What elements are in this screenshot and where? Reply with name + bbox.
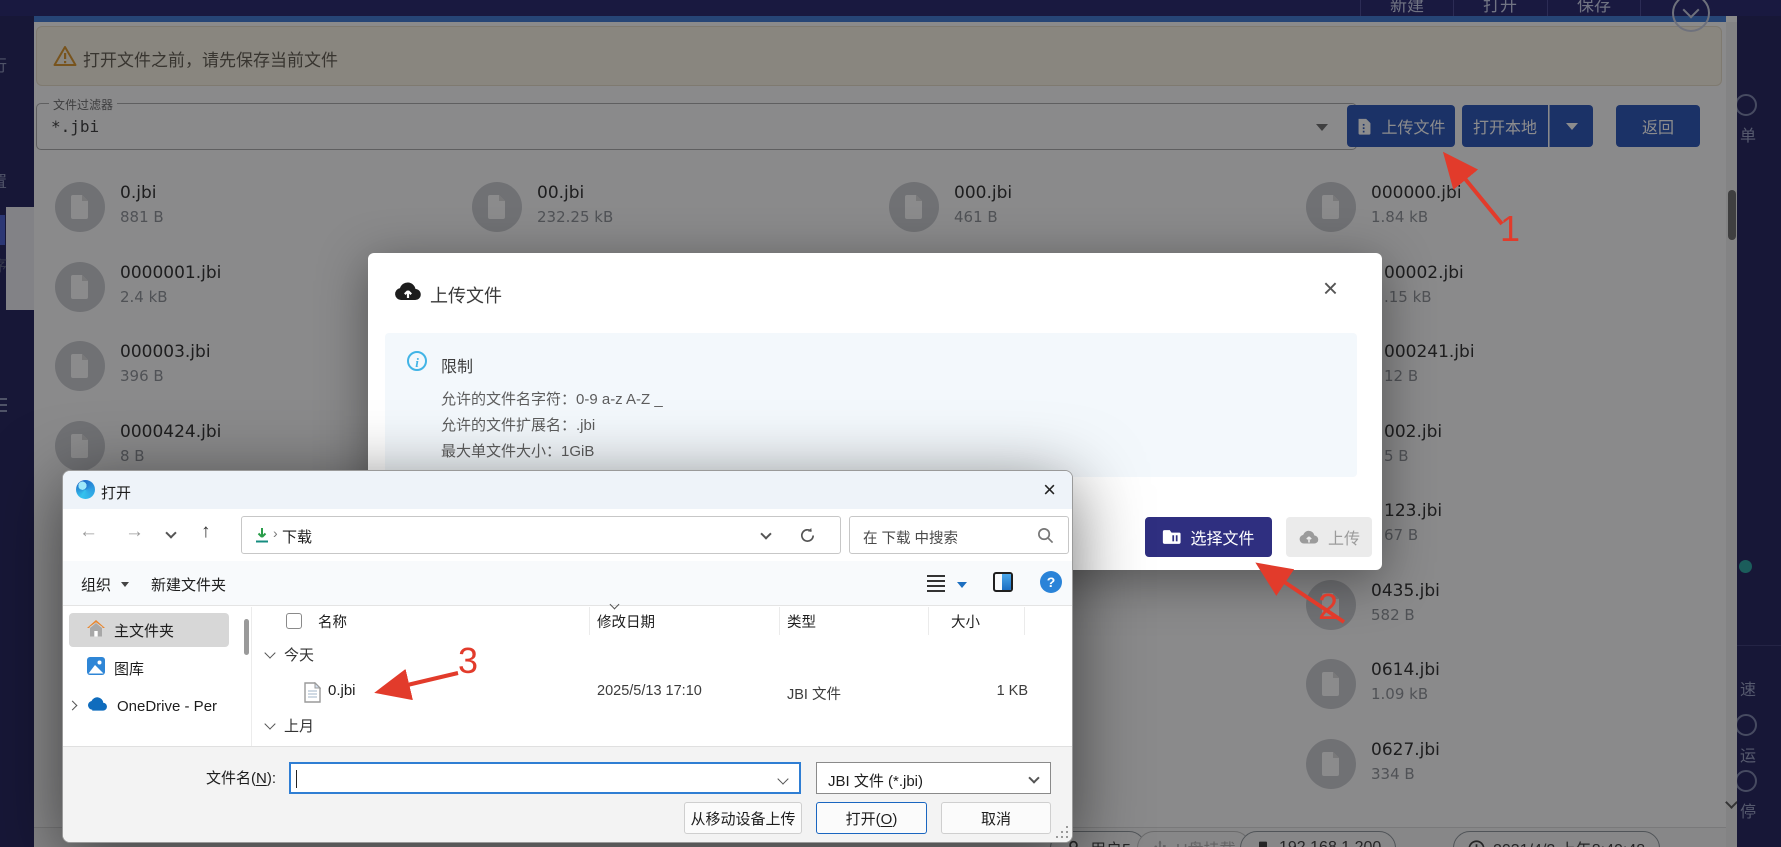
group-collapse-icon[interactable] — [264, 718, 275, 729]
text-caret — [296, 770, 297, 788]
address-dropdown-icon[interactable] — [760, 528, 771, 539]
choose-file-button[interactable]: 选择文件 — [1145, 517, 1272, 557]
column-header-size[interactable]: 大小 — [951, 611, 980, 632]
nav-back-icon[interactable]: ← — [79, 521, 98, 543]
upload-button[interactable]: 上传 — [1286, 517, 1372, 557]
search-box[interactable]: 在 下载 中搜索 — [849, 516, 1069, 554]
document-icon — [304, 682, 321, 703]
restriction-line: 允许的文件扩展名：.jbi — [441, 414, 595, 435]
sidebar-item-label: 图库 — [114, 658, 144, 679]
info-icon: i — [407, 351, 427, 371]
gallery-icon — [87, 657, 105, 679]
filename-label: 文件名(N): — [206, 767, 276, 788]
dialog-footer: 文件名(N): JBI 文件 (*.jbi) 从移动设备上传 打开(O) 取消 — [63, 746, 1072, 843]
restrictions-infobox: i 限制 允许的文件名字符：0-9 a-z A-Z _ 允许的文件扩展名：.jb… — [385, 333, 1357, 477]
cloud-upload-icon — [1298, 529, 1320, 545]
folder-icon — [1162, 529, 1181, 545]
cancel-button[interactable]: 取消 — [941, 802, 1051, 834]
breadcrumb[interactable]: 下载 — [282, 526, 312, 547]
dialog-toolbar: 组织 新建文件夹 ? — [63, 561, 1072, 606]
file-date: 2025/5/13 17:10 — [597, 683, 702, 699]
nav-up-icon[interactable]: ↑ — [201, 521, 211, 543]
view-list-icon[interactable] — [927, 575, 945, 595]
resize-grip[interactable] — [1054, 824, 1068, 838]
sidebar-item-label: OneDrive - Per — [117, 698, 217, 715]
home-icon — [87, 620, 105, 641]
file-name[interactable]: 0.jbi — [328, 682, 356, 699]
restriction-line: 最大单文件大小：1GiB — [441, 440, 594, 461]
organize-caret-icon — [121, 582, 129, 587]
sidebar-scrollbar[interactable] — [244, 619, 249, 655]
group-label-today[interactable]: 今天 — [284, 644, 314, 665]
close-icon[interactable]: × — [1043, 477, 1056, 503]
filetype-value: JBI 文件 (*.jbi) — [828, 770, 923, 791]
windows-open-dialog: 打开 × ← → ↑ › 下载 在 下载 中搜索 组织 — [62, 470, 1073, 843]
downloads-folder-icon — [254, 527, 270, 544]
file-size: 1 KB — [951, 683, 1028, 699]
filetype-select[interactable]: JBI 文件 (*.jbi) — [816, 762, 1051, 794]
column-header-date[interactable]: 修改日期 — [597, 611, 655, 632]
sidebar-item-label: 主文件夹 — [114, 620, 174, 641]
screen: 新建打开保存 行置序 打开文件之前，请先保存当前文件 文件过滤器 *.jbi 上… — [0, 0, 1781, 847]
filetype-caret-icon — [1028, 772, 1039, 783]
group-label-lastmonth[interactable]: 上月 — [284, 715, 314, 736]
preview-pane-icon[interactable] — [993, 572, 1013, 592]
dialog-title-bar[interactable]: 打开 × — [63, 471, 1072, 509]
select-all-checkbox[interactable] — [286, 613, 302, 629]
onedrive-icon — [87, 697, 108, 715]
cloud-upload-icon — [394, 280, 422, 302]
refresh-icon[interactable] — [799, 527, 816, 544]
dialog-file-list: 名称 修改日期 类型 大小 今天 0.jbi 2025/5/13 17:10 J… — [251, 607, 1073, 746]
filename-input[interactable] — [289, 762, 801, 794]
organize-button[interactable]: 组织 — [81, 574, 111, 595]
close-icon[interactable]: × — [1323, 275, 1338, 301]
sidebar-item-gallery[interactable]: 图库 — [69, 651, 229, 685]
dialog-title: 打开 — [101, 482, 131, 503]
sidebar-item-home[interactable]: 主文件夹 — [69, 613, 229, 647]
choose-file-label: 选择文件 — [1190, 525, 1254, 549]
filename-dropdown-icon[interactable] — [777, 773, 788, 784]
breadcrumb-separator: › — [273, 525, 278, 541]
upload-modal-title: 上传文件 — [430, 282, 502, 308]
edge-browser-icon — [76, 480, 95, 499]
address-bar[interactable]: › 下载 — [241, 516, 841, 554]
restrictions-title: 限制 — [441, 353, 473, 377]
restriction-line: 允许的文件名字符：0-9 a-z A-Z _ — [441, 388, 663, 409]
upload-label: 上传 — [1328, 525, 1360, 549]
nav-forward-icon[interactable]: → — [125, 521, 144, 543]
column-header-name[interactable]: 名称 — [318, 611, 347, 632]
file-row[interactable]: 0.jbi 2025/5/13 17:10 JBI 文件 1 KB — [251, 677, 1073, 709]
column-header-type[interactable]: 类型 — [787, 611, 816, 632]
file-type: JBI 文件 — [787, 683, 841, 704]
group-collapse-icon[interactable] — [264, 647, 275, 658]
search-text: 在 下载 中搜索 — [863, 527, 958, 548]
search-icon — [1037, 527, 1054, 544]
nav-recent-chevron-icon[interactable] — [165, 527, 176, 538]
help-button[interactable]: ? — [1040, 571, 1062, 593]
view-caret-icon[interactable] — [957, 582, 967, 588]
upload-from-mobile-button[interactable]: 从移动设备上传 — [684, 802, 802, 834]
open-button[interactable]: 打开(O) — [816, 802, 927, 834]
sidebar-item-onedrive[interactable]: OneDrive - Per — [69, 689, 229, 723]
new-folder-button[interactable]: 新建文件夹 — [151, 574, 226, 595]
